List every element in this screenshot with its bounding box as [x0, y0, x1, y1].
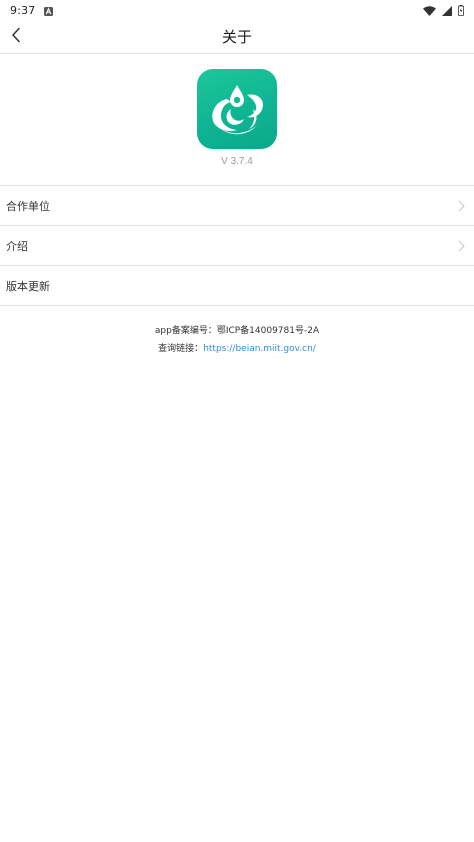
- menu-item-label: 版本更新: [6, 279, 50, 293]
- status-left: 9:37: [10, 1, 53, 20]
- status-right: [423, 1, 464, 20]
- menu-item-label: 介绍: [6, 239, 28, 253]
- icp-record-number: app备案编号：鄂ICP备14009781号-2A: [154, 326, 320, 336]
- icp-query-row: 查询链接：https://beian.miit.gov.cn/: [0, 340, 474, 358]
- icp-record-info: app备案编号：鄂ICP备14009781号-2A 查询链接：https://b…: [0, 322, 474, 358]
- menu-item-label: 合作单位: [6, 199, 50, 213]
- battery-icon: [458, 1, 464, 20]
- icp-query-label: 查询链接：: [158, 344, 204, 354]
- app-logo-icon: [197, 69, 277, 149]
- back-button[interactable]: [6, 26, 26, 48]
- wifi-icon: [423, 1, 436, 20]
- about-menu: 合作单位 介绍 版本更新: [0, 185, 474, 306]
- chevron-right-icon: [456, 239, 466, 253]
- status-time: 9:37: [10, 3, 36, 17]
- menu-item-partners[interactable]: 合作单位: [0, 186, 474, 226]
- app-header: 关于: [0, 20, 474, 54]
- menu-item-introduction[interactable]: 介绍: [0, 226, 474, 266]
- notification-a-icon: [43, 1, 53, 20]
- app-version: V 3.7.4: [221, 156, 253, 167]
- menu-item-version-update[interactable]: 版本更新: [0, 266, 474, 306]
- signal-icon: [442, 1, 452, 20]
- chevron-right-icon: [456, 199, 466, 213]
- back-arrow-icon: [11, 27, 21, 47]
- status-bar: 9:37: [0, 0, 474, 20]
- icp-query-link[interactable]: https://beian.miit.gov.cn/: [203, 344, 316, 354]
- app-info: V 3.7.4: [0, 54, 474, 184]
- page-title: 关于: [221, 28, 252, 46]
